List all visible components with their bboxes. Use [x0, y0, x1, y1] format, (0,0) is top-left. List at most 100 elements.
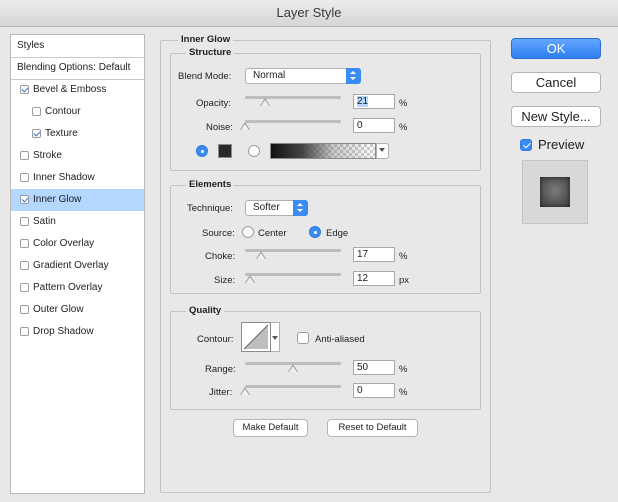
choke-input[interactable]: 17: [353, 247, 395, 262]
styles-list: Styles Blending Options: Default Bevel &…: [10, 34, 145, 494]
jitter-label: Jitter:: [209, 387, 233, 398]
new-style-button[interactable]: New Style...: [511, 106, 601, 127]
blending-options-label: Blending Options: Default: [17, 62, 131, 73]
window-title: Layer Style: [276, 5, 342, 20]
opacity-slider-handle[interactable]: [260, 98, 271, 106]
size-label: Size:: [214, 275, 236, 286]
style-checkbox[interactable]: [20, 217, 29, 226]
glow-color-swatch[interactable]: [218, 144, 232, 158]
source-label: Source:: [202, 228, 235, 239]
style-item-bevel-emboss[interactable]: Bevel & Emboss: [11, 79, 144, 101]
quality-title: Quality: [186, 305, 225, 316]
range-unit: %: [399, 364, 408, 375]
styles-header[interactable]: Styles: [11, 35, 144, 58]
style-checkbox[interactable]: [20, 195, 29, 204]
range-slider-handle[interactable]: [288, 364, 298, 372]
range-value: 50: [357, 362, 369, 373]
style-item-texture[interactable]: Texture: [11, 123, 144, 145]
style-item-label: Satin: [33, 216, 56, 227]
style-item-outer-glow[interactable]: Outer Glow: [11, 299, 144, 321]
choke-value: 17: [357, 249, 369, 260]
noise-slider-track[interactable]: [245, 120, 341, 123]
style-item-label: Contour: [45, 106, 81, 117]
style-item-inner-glow[interactable]: Inner Glow: [11, 189, 144, 211]
contour-dropdown[interactable]: [271, 322, 280, 352]
reset-default-button[interactable]: Reset to Default: [327, 419, 418, 437]
panel-title: Inner Glow: [178, 34, 234, 45]
size-unit: px: [399, 275, 410, 286]
opacity-unit: %: [399, 98, 408, 109]
style-checkbox[interactable]: [32, 129, 41, 138]
blend-mode-select[interactable]: Normal: [245, 68, 361, 84]
style-item-label: Gradient Overlay: [33, 260, 109, 271]
anti-aliased-label: Anti-aliased: [315, 334, 365, 345]
style-checkbox[interactable]: [20, 283, 29, 292]
source-center-radio[interactable]: [242, 226, 254, 238]
style-item-gradient-overlay[interactable]: Gradient Overlay: [11, 255, 144, 277]
style-checkbox[interactable]: [20, 85, 29, 94]
jitter-slider-handle[interactable]: [240, 387, 250, 395]
jitter-input[interactable]: 0: [353, 383, 395, 398]
size-slider-track[interactable]: [245, 273, 341, 276]
ok-button[interactable]: OK: [511, 38, 601, 59]
opacity-input[interactable]: 21: [353, 94, 395, 109]
chevron-down-icon: [272, 336, 278, 340]
structure-title: Structure: [186, 47, 235, 58]
technique-select[interactable]: Softer: [245, 200, 308, 216]
color-radio[interactable]: [196, 145, 208, 157]
style-item-stroke[interactable]: Stroke: [11, 145, 144, 167]
chevron-updown-icon: [346, 68, 361, 84]
style-checkbox[interactable]: [20, 239, 29, 248]
chevron-updown-icon: [293, 200, 308, 216]
style-item-contour[interactable]: Contour: [11, 101, 144, 123]
noise-value: 0: [357, 120, 363, 131]
anti-aliased-checkbox[interactable]: [297, 332, 309, 344]
style-item-label: Inner Glow: [33, 194, 82, 205]
style-checkbox[interactable]: [20, 305, 29, 314]
noise-slider-handle[interactable]: [240, 122, 250, 130]
opacity-value: 21: [357, 96, 369, 107]
style-item-label: Bevel & Emboss: [33, 84, 107, 95]
source-edge-radio[interactable]: [309, 226, 321, 238]
style-checkbox[interactable]: [20, 173, 29, 182]
style-item-label: Drop Shadow: [33, 326, 94, 337]
blend-mode-label: Blend Mode:: [178, 71, 232, 82]
style-item-inner-shadow[interactable]: Inner Shadow: [11, 167, 144, 189]
make-default-button[interactable]: Make Default: [233, 419, 308, 437]
preview-thumbnail: [540, 177, 570, 207]
gradient-swatch[interactable]: [270, 143, 376, 159]
style-checkbox[interactable]: [20, 327, 29, 336]
style-checkbox[interactable]: [20, 151, 29, 160]
contour-linear-icon: [243, 324, 269, 350]
blending-options[interactable]: Blending Options: Default: [11, 57, 144, 80]
style-checkbox[interactable]: [20, 261, 29, 270]
style-item-label: Texture: [45, 128, 78, 139]
jitter-slider-track[interactable]: [245, 385, 341, 388]
style-checkbox[interactable]: [32, 107, 41, 116]
gradient-dropdown[interactable]: [376, 143, 389, 159]
size-input[interactable]: 12: [353, 271, 395, 286]
styles-header-label: Styles: [17, 40, 45, 51]
chevron-down-icon: [379, 148, 385, 152]
range-input[interactable]: 50: [353, 360, 395, 375]
cancel-button[interactable]: Cancel: [511, 72, 601, 93]
style-item-satin[interactable]: Satin: [11, 211, 144, 233]
range-label: Range:: [205, 364, 236, 375]
noise-label: Noise:: [206, 122, 233, 133]
preview-checkbox[interactable]: [520, 139, 532, 151]
size-slider-handle[interactable]: [244, 275, 255, 283]
source-center-label: Center: [258, 228, 287, 239]
gradient-radio[interactable]: [248, 145, 260, 157]
elements-title: Elements: [186, 179, 235, 190]
style-item-drop-shadow[interactable]: Drop Shadow: [11, 321, 144, 343]
noise-input[interactable]: 0: [353, 118, 395, 133]
technique-value: Softer: [253, 202, 280, 213]
jitter-value: 0: [357, 385, 363, 396]
style-item-pattern-overlay[interactable]: Pattern Overlay: [11, 277, 144, 299]
contour-label: Contour:: [197, 334, 234, 345]
contour-preview[interactable]: [241, 322, 271, 352]
opacity-label: Opacity:: [196, 98, 231, 109]
choke-slider-handle[interactable]: [256, 251, 267, 259]
style-item-color-overlay[interactable]: Color Overlay: [11, 233, 144, 255]
choke-label: Choke:: [205, 251, 236, 262]
